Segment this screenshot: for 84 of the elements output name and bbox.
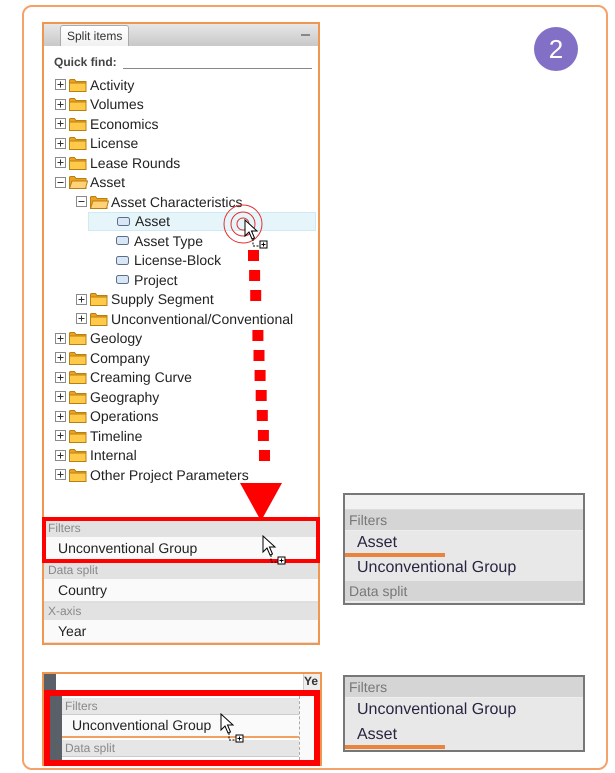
expand-icon[interactable] [55, 410, 66, 422]
folder-icon [69, 409, 88, 424]
folder-icon [69, 156, 88, 170]
tree-item[interactable]: Lease Rounds [55, 153, 316, 172]
tree-item[interactable]: Asset Type [97, 231, 316, 250]
tree-item[interactable]: Economics [55, 114, 316, 134]
zone-item[interactable]: Unconventional Group [345, 698, 583, 723]
zone-header: Filters [62, 698, 299, 715]
collapse-icon[interactable] [55, 176, 66, 188]
column-header: Ye [303, 674, 320, 690]
expand-icon[interactable] [55, 469, 66, 480]
tree-item[interactable]: Volumes [55, 94, 316, 114]
expand-icon[interactable] [76, 294, 87, 305]
folder-icon [69, 448, 88, 462]
zone-item[interactable]: Unconventional Group [44, 537, 318, 561]
tree-item[interactable]: Internal [55, 446, 316, 465]
zone-item[interactable]: Asset [345, 723, 583, 748]
folder-icon [69, 116, 88, 131]
step-badge: 2 [534, 27, 578, 71]
folder-icon [90, 292, 109, 306]
drag-cursor-icon [262, 535, 288, 565]
sidebar-strip [50, 696, 62, 760]
folder-icon [69, 350, 88, 365]
tree-item[interactable]: Supply Segment [76, 290, 316, 309]
tree-item[interactable]: Creaming Curve [55, 368, 316, 387]
folder-icon [69, 428, 88, 443]
zone-item[interactable]: Year [44, 620, 318, 643]
expand-icon[interactable] [55, 98, 66, 110]
drag-cursor-icon [220, 713, 246, 743]
tree-item[interactable]: Asset Characteristics [76, 192, 316, 212]
folder-icon [69, 468, 88, 482]
expand-icon[interactable] [55, 372, 66, 383]
tree-item[interactable]: Operations [55, 406, 316, 426]
folder-icon [69, 97, 88, 112]
zone-item[interactable]: Unconventional Group [345, 556, 583, 581]
folder-icon [69, 331, 88, 346]
tree-item[interactable]: Other Project Parameters [55, 465, 316, 484]
zone-header: Data split [345, 581, 583, 602]
folder-icon [90, 312, 109, 326]
expand-icon[interactable] [55, 157, 66, 168]
expand-icon[interactable] [76, 313, 87, 324]
expand-icon[interactable] [55, 391, 66, 402]
zone-item[interactable]: Unconventional Group [62, 715, 299, 738]
quick-find-label: Quick find: [54, 55, 117, 69]
tree-item[interactable]: License-Block [97, 250, 316, 270]
expand-icon[interactable] [55, 430, 66, 442]
expand-icon[interactable] [55, 79, 66, 90]
tree-item[interactable]: Unconventional/Conventional [76, 309, 316, 328]
folder-icon [69, 136, 88, 150]
expand-icon[interactable] [55, 352, 66, 364]
sidebar-strip [44, 674, 56, 690]
zone-header: Filters [345, 677, 583, 698]
folder-icon [90, 194, 109, 209]
zone-item[interactable]: Asset [345, 531, 583, 556]
field-icon [116, 236, 129, 246]
panel-tab[interactable]: Split items [60, 25, 130, 46]
field-icon [116, 275, 129, 284]
zone-header: Filters [44, 519, 318, 537]
folder-icon [69, 390, 88, 404]
folder-icon [69, 175, 88, 190]
tree-item[interactable]: Asset [55, 172, 316, 192]
tree-item[interactable]: Geography [55, 387, 316, 406]
tree-item[interactable]: Company [55, 348, 316, 368]
tree-item[interactable]: License [55, 134, 316, 153]
tree-item[interactable]: Project [97, 270, 316, 290]
grid-column [299, 696, 314, 760]
folder-icon [69, 78, 88, 92]
zone-item[interactable]: Country [44, 579, 318, 602]
zone-header: X-axis [44, 602, 318, 620]
folder-icon [69, 370, 88, 384]
drag-cursor-icon [244, 219, 270, 249]
field-icon [116, 256, 129, 265]
tree-item[interactable]: Activity [55, 75, 316, 94]
tree-item[interactable]: Asset [88, 212, 316, 231]
zone-header: Filters [345, 510, 583, 531]
expand-icon[interactable] [55, 450, 66, 461]
expand-icon[interactable] [55, 332, 66, 344]
tree-item[interactable]: Geology [55, 328, 316, 348]
tree-item[interactable]: Timeline [55, 426, 316, 446]
expand-icon[interactable] [55, 138, 66, 149]
zone-header: Data split [62, 740, 299, 757]
collapse-icon[interactable] [76, 196, 87, 208]
field-icon [117, 216, 130, 226]
expand-icon[interactable] [55, 118, 66, 130]
